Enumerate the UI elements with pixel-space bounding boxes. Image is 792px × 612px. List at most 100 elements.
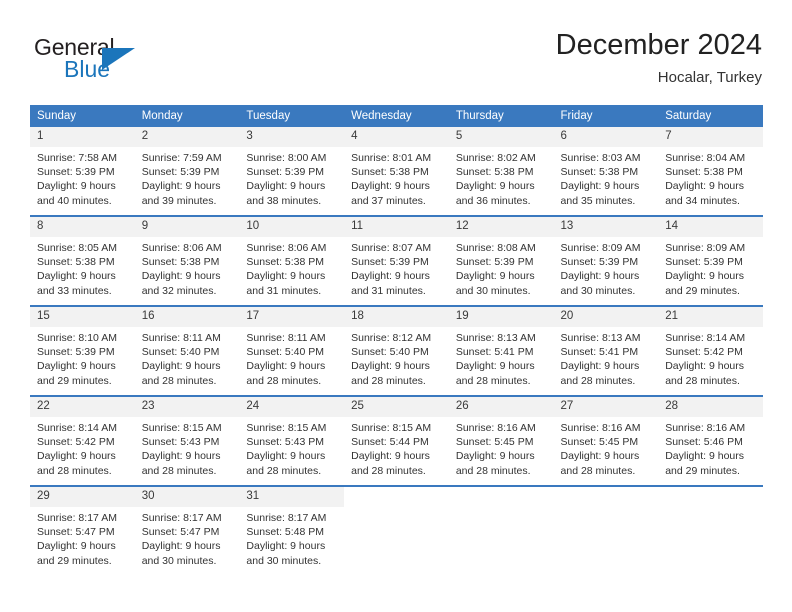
day-number: 28 [658,397,763,417]
calendar-week-row: 22 Sunrise: 8:14 AM Sunset: 5:42 PM Dayligh… [30,395,763,486]
calendar-day-cell[interactable]: 18 Sunrise: 8:12 AM Sunset: 5:40 PM Dayligh… [344,305,449,396]
day-number: 2 [134,127,240,147]
calendar-day-cell[interactable]: 28 Sunrise: 8:16 AM Sunset: 5:46 PM Dayligh… [658,395,763,486]
day-daylight-line1-text: Daylight: 9 hours [665,180,745,193]
day-sunset-text: Sunset: 5:38 PM [560,166,639,179]
day-daylight-line2-text: and 30 minutes. [246,554,322,567]
day-sunset-text: Sunset: 5:38 PM [351,166,429,179]
calendar-day-cell[interactable]: 25 Sunrise: 8:15 AM Sunset: 5:44 PM Dayligh… [344,395,449,486]
day-number: 25 [344,397,449,417]
calendar-day-cell[interactable]: 29 Sunrise: 8:17 AM Sunset: 5:47 PM Dayligh… [30,485,135,575]
day-sunset-text: Sunset: 5:43 PM [246,436,325,449]
day-daylight-line2-text: and 29 minutes. [37,374,112,387]
calendar-day-cell[interactable]: 5 Sunrise: 8:02 AM Sunset: 5:38 PM Daylight… [448,127,554,216]
day-sunset-text: Sunset: 5:39 PM [141,166,220,179]
day-number: 22 [30,397,135,417]
day-sunrise-text: Sunrise: 8:15 AM [246,422,327,434]
day-details: Sunrise: 8:15 AM Sunset: 5:44 PM Daylight:… [344,417,449,478]
day-sunset-text: Sunset: 5:43 PM [141,436,220,449]
calendar-body: 1 Sunrise: 7:58 AM Sunset: 5:39 PM Daylight… [30,127,763,575]
title-block: December 2024 Hocalar, Turkey [556,28,762,88]
day-number: 10 [239,217,345,237]
calendar-day-cell[interactable]: 23 Sunrise: 8:15 AM Sunset: 5:43 PM Dayligh… [134,395,240,486]
day-daylight-line1-text: Daylight: 9 hours [37,360,116,373]
day-number [448,487,554,507]
day-daylight-line1-text: Daylight: 9 hours [665,450,745,463]
calendar-day-cell[interactable]: 30 Sunrise: 8:17 AM Sunset: 5:47 PM Dayligh… [134,485,240,575]
day-sunset-text: Sunset: 5:39 PM [560,256,639,269]
calendar-day-cell[interactable]: 6 Sunrise: 8:03 AM Sunset: 5:38 PM Daylight… [553,127,659,216]
day-sunrise-text: Sunrise: 8:01 AM [351,152,432,164]
calendar-day-cell[interactable]: 24 Sunrise: 8:15 AM Sunset: 5:43 PM Dayligh… [239,395,345,486]
day-details [449,507,554,511]
day-number: 14 [658,217,763,237]
day-sunset-text: Sunset: 5:42 PM [665,346,743,359]
calendar-day-cell[interactable]: 7 Sunrise: 8:04 AM Sunset: 5:38 PM Daylight… [658,127,763,216]
day-daylight-line2-text: and 28 minutes. [351,374,426,387]
day-daylight-line2-text: and 28 minutes. [455,464,531,477]
calendar-day-cell[interactable]: 26 Sunrise: 8:16 AM Sunset: 5:45 PM Dayligh… [448,395,554,486]
day-daylight-line2-text: and 30 minutes. [141,554,217,567]
calendar-day-cell[interactable]: 2 Sunrise: 7:59 AM Sunset: 5:39 PM Daylight… [134,127,240,216]
weekday-header-wednesday: Wednesday [344,105,449,127]
calendar-day-cell[interactable]: 20 Sunrise: 8:13 AM Sunset: 5:41 PM Dayligh… [553,305,659,396]
calendar-day-cell[interactable]: 16 Sunrise: 8:11 AM Sunset: 5:40 PM Dayligh… [134,305,240,396]
day-sunset-text: Sunset: 5:39 PM [455,256,534,269]
calendar-day-cell[interactable]: 17 Sunrise: 8:11 AM Sunset: 5:40 PM Dayligh… [239,305,345,396]
calendar-day-cell[interactable]: 22 Sunrise: 8:14 AM Sunset: 5:42 PM Dayligh… [30,395,135,486]
day-details: Sunrise: 8:09 AM Sunset: 5:39 PM Daylight:… [658,237,763,298]
day-details: Sunrise: 8:10 AM Sunset: 5:39 PM Daylight:… [30,327,135,388]
calendar-day-cell[interactable]: 10 Sunrise: 8:06 AM Sunset: 5:38 PM Dayligh… [239,215,345,306]
day-daylight-line2-text: and 28 minutes. [351,464,426,477]
calendar-day-cell[interactable]: 14 Sunrise: 8:09 AM Sunset: 5:39 PM Dayligh… [658,215,763,306]
day-details: Sunrise: 8:14 AM Sunset: 5:42 PM Daylight:… [658,327,763,388]
calendar-day-cell[interactable]: 3 Sunrise: 8:00 AM Sunset: 5:39 PM Daylight… [239,127,345,216]
day-daylight-line2-text: and 28 minutes. [560,374,636,387]
day-cell-inner: 29 Sunrise: 8:17 AM Sunset: 5:47 PM Dayligh… [30,487,135,575]
day-daylight-line1-text: Daylight: 9 hours [455,450,535,463]
calendar-day-cell[interactable]: 31 Sunrise: 8:17 AM Sunset: 5:48 PM Dayligh… [239,485,345,575]
logo-text-blue: Blue [64,56,111,82]
day-daylight-line2-text: and 36 minutes. [455,194,531,207]
weekday-header-tuesday: Tuesday [239,105,345,127]
day-details: Sunrise: 8:06 AM Sunset: 5:38 PM Daylight:… [135,237,240,298]
calendar-day-cell[interactable]: 13 Sunrise: 8:09 AM Sunset: 5:39 PM Dayligh… [553,215,659,306]
calendar-day-cell[interactable]: 11 Sunrise: 8:07 AM Sunset: 5:39 PM Dayligh… [344,215,449,306]
calendar-day-cell[interactable]: 15 Sunrise: 8:10 AM Sunset: 5:39 PM Dayligh… [30,305,135,396]
day-cell-inner: 19 Sunrise: 8:13 AM Sunset: 5:41 PM Dayligh… [448,307,554,395]
day-sunset-text: Sunset: 5:40 PM [351,346,429,359]
day-details: Sunrise: 8:09 AM Sunset: 5:39 PM Daylight:… [554,237,659,298]
calendar-day-cell[interactable]: 4 Sunrise: 8:01 AM Sunset: 5:38 PM Daylight… [344,127,449,216]
general-blue-logo[interactable]: General Blue [34,34,204,94]
calendar-day-cell[interactable]: 1 Sunrise: 7:58 AM Sunset: 5:39 PM Daylight… [30,127,135,216]
day-daylight-line2-text: and 28 minutes. [37,464,112,477]
day-daylight-line1-text: Daylight: 9 hours [37,270,116,283]
day-number: 5 [448,127,554,147]
day-details: Sunrise: 8:13 AM Sunset: 5:41 PM Daylight:… [554,327,659,388]
day-cell-inner: 18 Sunrise: 8:12 AM Sunset: 5:40 PM Dayligh… [344,307,449,395]
day-daylight-line1-text: Daylight: 9 hours [246,540,326,553]
weekday-header-thursday: Thursday [448,105,554,127]
day-number: 16 [134,307,240,327]
day-cell-inner: 26 Sunrise: 8:16 AM Sunset: 5:45 PM Dayligh… [448,397,554,485]
day-cell-inner: 1 Sunrise: 7:58 AM Sunset: 5:39 PM Daylight… [30,127,135,215]
calendar-day-cell[interactable]: 9 Sunrise: 8:06 AM Sunset: 5:38 PM Daylight… [134,215,240,306]
day-daylight-line1-text: Daylight: 9 hours [246,270,326,283]
day-cell-inner: 2 Sunrise: 7:59 AM Sunset: 5:39 PM Daylight… [134,127,240,215]
calendar-table: Sunday Monday Tuesday Wednesday Thursday… [30,105,763,575]
day-details: Sunrise: 8:14 AM Sunset: 5:42 PM Daylight:… [30,417,135,478]
day-number [344,487,449,507]
calendar-day-cell[interactable]: 12 Sunrise: 8:08 AM Sunset: 5:39 PM Dayligh… [448,215,554,306]
day-sunset-text: Sunset: 5:39 PM [665,256,743,269]
day-number: 7 [658,127,763,147]
day-daylight-line2-text: and 28 minutes. [455,374,531,387]
day-cell-inner: 20 Sunrise: 8:13 AM Sunset: 5:41 PM Dayligh… [553,307,659,395]
page-subtitle-location: Hocalar, Turkey [657,69,762,86]
calendar-day-cell[interactable]: 21 Sunrise: 8:14 AM Sunset: 5:42 PM Dayligh… [658,305,763,396]
day-sunrise-text: Sunrise: 8:14 AM [665,332,746,344]
day-sunrise-text: Sunrise: 7:58 AM [37,152,117,164]
calendar-day-cell[interactable]: 27 Sunrise: 8:16 AM Sunset: 5:45 PM Dayligh… [553,395,659,486]
day-sunrise-text: Sunrise: 8:15 AM [141,422,222,434]
calendar-day-cell[interactable]: 8 Sunrise: 8:05 AM Sunset: 5:38 PM Daylight… [30,215,135,306]
calendar-day-cell[interactable]: 19 Sunrise: 8:13 AM Sunset: 5:41 PM Dayligh… [448,305,554,396]
